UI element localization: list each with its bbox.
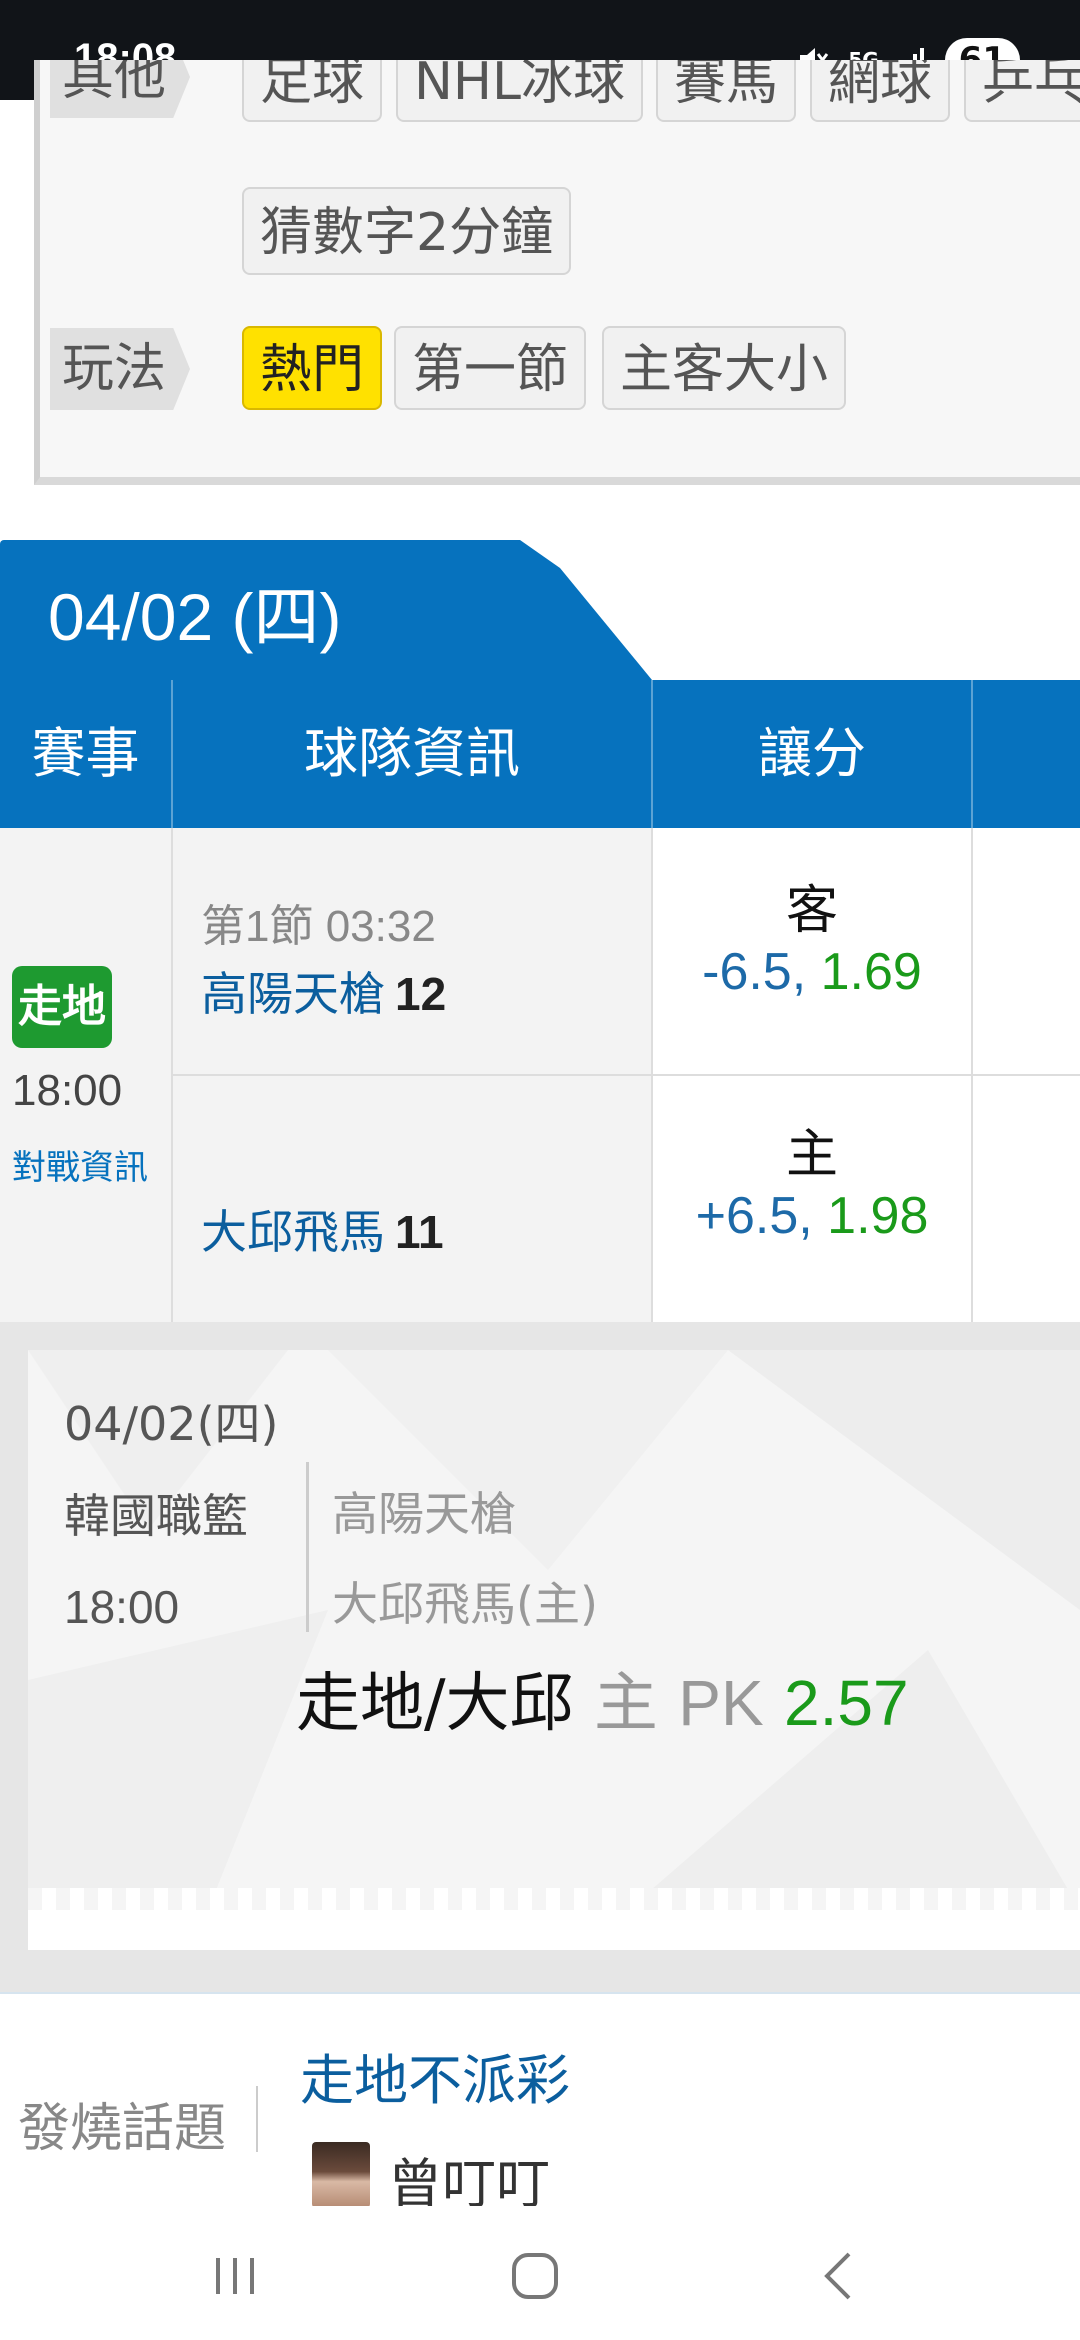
home-handicap: +6.5, (695, 1187, 813, 1245)
live-badge: 走地 (12, 966, 112, 1048)
recent-apps-icon (216, 2258, 254, 2294)
header-handicap: 讓分 (653, 680, 973, 828)
home-team[interactable]: 大邱飛馬 11 (201, 1196, 444, 1262)
away-handicap-cell[interactable]: 客 -6.5, 1.69 (653, 828, 973, 1076)
sport-chip-football[interactable]: 足球 (242, 60, 383, 122)
away-team-name: 高陽天槍 (201, 967, 385, 1021)
table-header: 賽事 球隊資訊 讓分 (0, 680, 1080, 828)
home-side-label: 主 (785, 1125, 838, 1185)
ticket-pick-odds: 2.57 (783, 1667, 909, 1739)
header-team-info: 球隊資訊 (173, 680, 653, 828)
sport-chip-nhl[interactable]: NHL冰球 (396, 60, 643, 122)
hot-topics-label: 發燒話題 (18, 2099, 227, 2159)
home-handicap-line: +6.5, 1.98 (653, 1186, 971, 1246)
hot-topic-title[interactable]: 走地不派彩 (300, 2036, 570, 2115)
home-team-cell: 大邱飛馬 11 (173, 1076, 653, 1322)
sport-filter-label: 其他 (50, 60, 191, 118)
ticket-league: 韓國職籃 (64, 1489, 248, 1543)
play-filter-label: 玩法 (50, 328, 191, 410)
filter-panel: 其他 足球 NHL冰球 賽馬 網球 乒乓 猜數字2分鐘 玩法 熱門 第一節 主客… (34, 60, 1080, 485)
away-score: 12 (395, 968, 447, 1020)
ticket-home-team: 大邱飛馬(主) (332, 1577, 598, 1631)
hot-topics-section: 發燒話題 走地不派彩 曾叮叮 (0, 1992, 1080, 2216)
match-row: 走地 18:00 對戰資訊 第1節 03:32 高陽天槍 12 大邱飛馬 11 客 … (0, 828, 1080, 1322)
system-nav-bar (0, 2206, 1080, 2340)
play-chip-hot[interactable]: 熱門 (242, 326, 383, 410)
bet-ticket-card[interactable]: 04/02(四) 韓國職籃 18:00 高陽天槍 大邱飛馬(主) 走地/大邱 主… (28, 1350, 1080, 1950)
away-team-cell: 第1節 03:32 高陽天槍 12 (173, 828, 653, 1076)
sport-chip-tennis[interactable]: 網球 (810, 60, 951, 122)
away-handicap: -6.5, (702, 943, 807, 1001)
ticket-pick: 走地/大邱 主 PK 2.57 (296, 1652, 909, 1744)
sport-chip-horse-racing[interactable]: 賽馬 (656, 60, 797, 122)
ticket-away-team: 高陽天槍 (332, 1487, 516, 1541)
away-handicap-line: -6.5, 1.69 (653, 942, 971, 1002)
ticket-divider (306, 1462, 309, 1632)
header-next-column (973, 680, 1080, 828)
event-cell: 走地 18:00 對戰資訊 (0, 828, 173, 1322)
home-odds: 1.98 (827, 1187, 929, 1245)
home-team-name: 大邱飛馬 (201, 1205, 385, 1259)
home-score: 11 (395, 1206, 444, 1258)
bet-ticket-wrapper: 04/02(四) 韓國職籃 18:00 高陽天槍 大邱飛馬(主) 走地/大邱 主… (0, 1322, 1080, 1992)
home-icon (512, 2253, 558, 2299)
match-info-link[interactable]: 對戰資訊 (12, 1140, 148, 1189)
next-column-cell (973, 828, 1080, 1322)
back-icon (824, 2252, 851, 2300)
ticket-footer (28, 1910, 1080, 1950)
home-handicap-cell[interactable]: 主 +6.5, 1.98 (653, 1076, 973, 1322)
away-odds: 1.69 (820, 943, 922, 1001)
sport-chip-table-tennis[interactable]: 乒乓 (964, 60, 1080, 122)
play-chip-first-quarter[interactable]: 第一節 (394, 326, 587, 410)
away-team[interactable]: 高陽天槍 12 (201, 958, 446, 1024)
ticket-pick-name: 走地/大邱 (296, 1667, 574, 1741)
ticket-time: 18:00 (64, 1581, 180, 1633)
play-chip-home-away-total[interactable]: 主客大小 (602, 326, 847, 410)
ticket-date: 04/02(四) (64, 1397, 279, 1451)
header-event: 賽事 (0, 680, 173, 828)
date-tab-label: 04/02 (四) (48, 580, 342, 654)
match-time: 18:00 (12, 1066, 123, 1115)
match-period: 第1節 03:32 (201, 902, 436, 951)
back-button[interactable] (784, 2236, 894, 2316)
hot-topics-divider (256, 2086, 258, 2152)
ticket-zigzag-edge (28, 1888, 1080, 1910)
ticket-pick-type: PK (678, 1667, 764, 1739)
ticket-pick-side: 主 (593, 1667, 658, 1741)
recent-apps-button[interactable] (180, 2236, 290, 2316)
away-side-label: 客 (785, 881, 838, 941)
sport-chip-guess-number[interactable]: 猜數字2分鐘 (242, 187, 572, 275)
avatar[interactable] (312, 2142, 370, 2208)
home-button[interactable] (480, 2236, 590, 2316)
